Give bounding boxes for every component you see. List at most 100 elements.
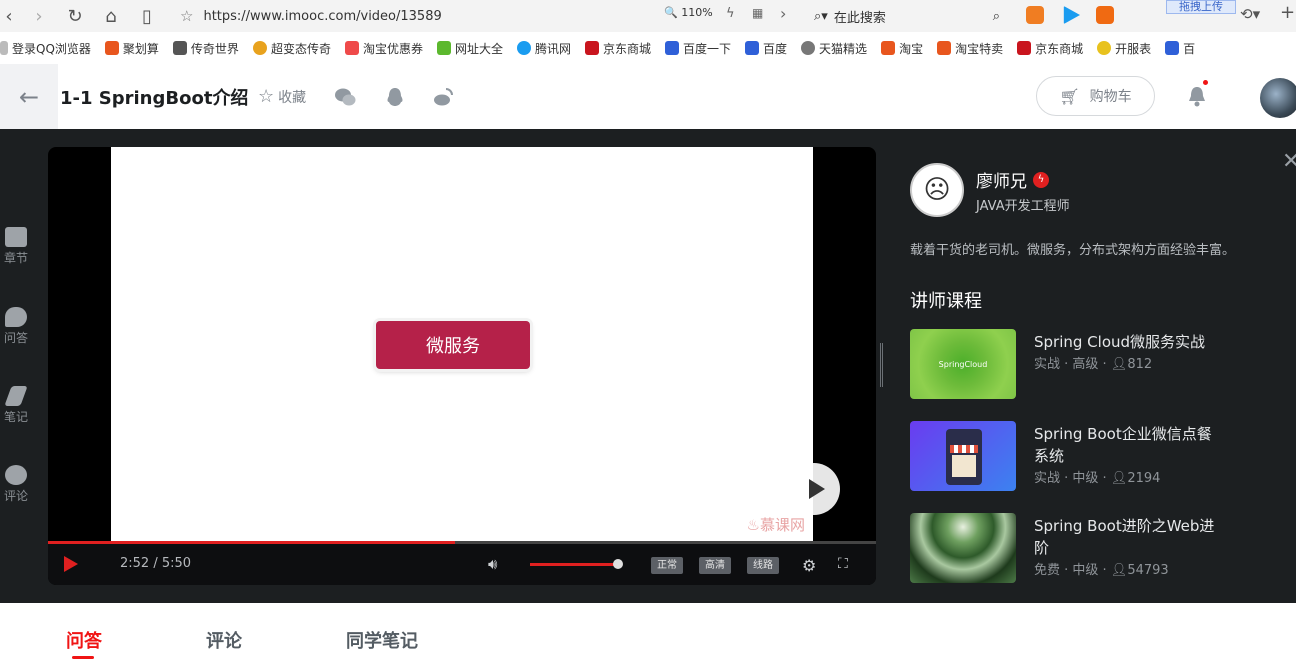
fullscreen-icon[interactable]: ⛶ bbox=[838, 556, 848, 572]
side-nav-comments[interactable]: 评论 bbox=[0, 465, 32, 504]
chevron-right-icon[interactable]: › bbox=[780, 4, 786, 23]
bookmark-item[interactable]: 网址大全 bbox=[436, 40, 503, 57]
teacher-avatar[interactable]: ☹ bbox=[910, 163, 964, 217]
springcloud-thumb-label: SpringCloud bbox=[938, 359, 988, 369]
panel-resize-handle[interactable] bbox=[880, 343, 883, 387]
bookmark-item[interactable]: 百度 bbox=[745, 40, 787, 57]
bookmark-item[interactable]: 腾讯网 bbox=[516, 40, 571, 57]
course-title: Spring Boot进阶之Web进阶 bbox=[1034, 517, 1215, 557]
user-avatar[interactable] bbox=[1260, 78, 1296, 118]
tab-qa[interactable]: 问答 bbox=[66, 627, 102, 653]
side-nav: 章节 问答 笔记 评论 bbox=[0, 129, 32, 603]
course-meta: 免费 · 中级 · 👤︎54793 bbox=[1034, 563, 1169, 578]
big-play-button[interactable] bbox=[788, 463, 840, 515]
search-icon[interactable]: ⌕ bbox=[993, 9, 1000, 24]
play-icon[interactable] bbox=[64, 556, 78, 572]
bookmark-item[interactable]: 传奇世界 bbox=[172, 40, 239, 57]
bookmark-star-icon[interactable]: ☆ bbox=[180, 7, 193, 25]
teacher-panel: ✕ ☹ 廖师兄 ϟ JAVA开发工程师 载着干货的老司机。微服务，分布式架构方面… bbox=[910, 129, 1296, 603]
bookmark-item[interactable]: 百度一下 bbox=[665, 40, 731, 57]
qr-icon[interactable]: ▦ bbox=[752, 6, 763, 20]
search-engine-icon[interactable]: ⌕▾ bbox=[814, 9, 828, 24]
qq-news-icon bbox=[516, 41, 531, 55]
drag-upload-button[interactable]: 拖拽上传 bbox=[1166, 0, 1236, 14]
browser-toolbar: ‹ › ↻ ⌂ ▯ ☆ https://www.imooc.com/video/… bbox=[0, 0, 1296, 32]
side-nav-qa[interactable]: 问答 bbox=[0, 307, 32, 346]
gear-icon[interactable]: ⚙ bbox=[802, 556, 816, 575]
qq-icon[interactable] bbox=[384, 86, 406, 108]
hao123-icon bbox=[436, 41, 451, 55]
slide-microservice-label: 微服务 bbox=[376, 321, 530, 369]
bookmark-item[interactable]: 开服表 bbox=[1097, 40, 1151, 57]
forward-arrow-icon[interactable]: › bbox=[24, 1, 54, 31]
player-controls: 2:52 / 5:50 🔊︎ 正常 高清 线路 ⚙ ⛶ bbox=[48, 544, 876, 585]
wechat-icon[interactable] bbox=[334, 86, 356, 108]
route-button[interactable]: 线路 bbox=[747, 557, 779, 574]
reader-icon[interactable]: ▯ bbox=[132, 1, 162, 31]
teacher-courses-title: 讲师课程 bbox=[910, 291, 982, 312]
chat-bubble-icon bbox=[5, 307, 27, 327]
video-play-extension-icon[interactable] bbox=[1063, 6, 1080, 24]
back-button[interactable]: ← bbox=[0, 64, 58, 129]
quality-hd-button[interactable]: 高清 bbox=[699, 557, 731, 574]
course-card[interactable]: Spring Boot企业微信点餐系统 实战 · 中级 · 👤︎2194 bbox=[910, 421, 1270, 491]
students-icon: 👤︎ bbox=[1110, 471, 1128, 486]
students-icon: 👤︎ bbox=[1110, 357, 1128, 372]
camera-extension-icon[interactable] bbox=[1096, 6, 1114, 24]
bookmark-item[interactable]: 登录QQ浏览器 bbox=[0, 40, 91, 57]
game-extension-icon[interactable] bbox=[1026, 6, 1044, 24]
volume-knob[interactable] bbox=[613, 559, 623, 569]
cart-icon: 🛒︎ bbox=[1059, 86, 1080, 106]
quality-normal-button[interactable]: 正常 bbox=[651, 557, 683, 574]
list-icon bbox=[5, 227, 27, 247]
search-placeholder: 在此搜索 bbox=[833, 10, 886, 26]
address-bar[interactable]: ☆ https://www.imooc.com/video/13589 bbox=[180, 4, 740, 28]
close-icon[interactable]: ✕ bbox=[1282, 149, 1296, 174]
flame-icon: ♨ bbox=[746, 516, 760, 534]
side-nav-notes[interactable]: 笔记 bbox=[0, 386, 32, 425]
refresh-icon[interactable]: ↻ bbox=[60, 1, 90, 31]
bookmark-item[interactable]: 天猫精选 bbox=[801, 40, 867, 57]
taobao-icon bbox=[881, 41, 896, 55]
course-thumbnail bbox=[910, 421, 1016, 491]
new-tab-icon[interactable]: + bbox=[1280, 2, 1295, 23]
weibo-icon[interactable] bbox=[432, 86, 454, 108]
play-icon bbox=[808, 479, 825, 499]
course-card[interactable]: SpringCloud Spring Cloud微服务实战 实战 · 高级 · … bbox=[910, 329, 1270, 399]
course-card[interactable]: Spring Boot进阶之Web进阶 免费 · 中级 · 👤︎54793 bbox=[910, 513, 1270, 583]
side-nav-chapters[interactable]: 章节 bbox=[0, 227, 32, 266]
collect-button[interactable]: ☆ 收藏 bbox=[258, 86, 306, 107]
bookmark-item[interactable]: 京东商城 bbox=[585, 40, 651, 57]
lightning-icon[interactable]: ϟ bbox=[726, 6, 735, 21]
bookmark-item[interactable]: 淘宝 bbox=[881, 40, 923, 57]
tab-student-notes[interactable]: 同学笔记 bbox=[346, 627, 418, 653]
cart-button[interactable]: 🛒︎ 购物车 bbox=[1036, 76, 1155, 116]
bookmarks-bar: 登录QQ浏览器 聚划算 传奇世界 超变态传奇 淘宝优惠券 网址大全 腾讯网 京东… bbox=[0, 34, 1296, 62]
baidu-paw-icon bbox=[665, 41, 680, 55]
video-frame: 微服务 ♨慕课网 bbox=[111, 147, 813, 541]
volume-slider[interactable] bbox=[530, 563, 620, 566]
bookmark-item[interactable]: 聚划算 bbox=[104, 40, 159, 57]
video-player[interactable]: 微服务 ♨慕课网 2:52 / 5:50 🔊︎ 正常 高清 线路 ⚙ ⛶ bbox=[48, 147, 876, 585]
tab-comments[interactable]: 评论 bbox=[206, 627, 242, 653]
volume-icon[interactable]: 🔊︎ bbox=[488, 555, 497, 573]
bell-icon[interactable] bbox=[1186, 84, 1208, 108]
zoom-level[interactable]: 🔍 110% bbox=[664, 6, 713, 19]
bookmark-item[interactable]: 淘宝优惠券 bbox=[344, 40, 423, 57]
undo-icon[interactable]: ⟲▾ bbox=[1240, 5, 1260, 23]
lesson-title: 1-1 SpringBoot介绍 bbox=[60, 88, 249, 109]
bookmark-item[interactable]: 百 bbox=[1165, 40, 1195, 57]
bookmark-item[interactable]: 京东商城 bbox=[1017, 40, 1083, 57]
bookmark-item[interactable]: 超变态传奇 bbox=[252, 40, 331, 57]
home-icon[interactable]: ⌂ bbox=[96, 1, 126, 31]
search-field[interactable]: ⌕▾ 在此搜索 ⌕ bbox=[814, 5, 1000, 27]
pencil-icon bbox=[4, 386, 28, 406]
course-meta: 实战 · 高级 · 👤︎812 bbox=[1034, 357, 1153, 372]
notification-dot bbox=[1203, 80, 1208, 85]
teacher-name[interactable]: 廖师兄 ϟ bbox=[976, 167, 1049, 192]
back-arrow-icon[interactable]: ‹ bbox=[0, 1, 24, 31]
chaobiantai-icon bbox=[252, 41, 267, 55]
user-icon bbox=[0, 41, 8, 55]
time-display: 2:52 / 5:50 bbox=[120, 556, 192, 571]
bookmark-item[interactable]: 淘宝特卖 bbox=[937, 40, 1003, 57]
